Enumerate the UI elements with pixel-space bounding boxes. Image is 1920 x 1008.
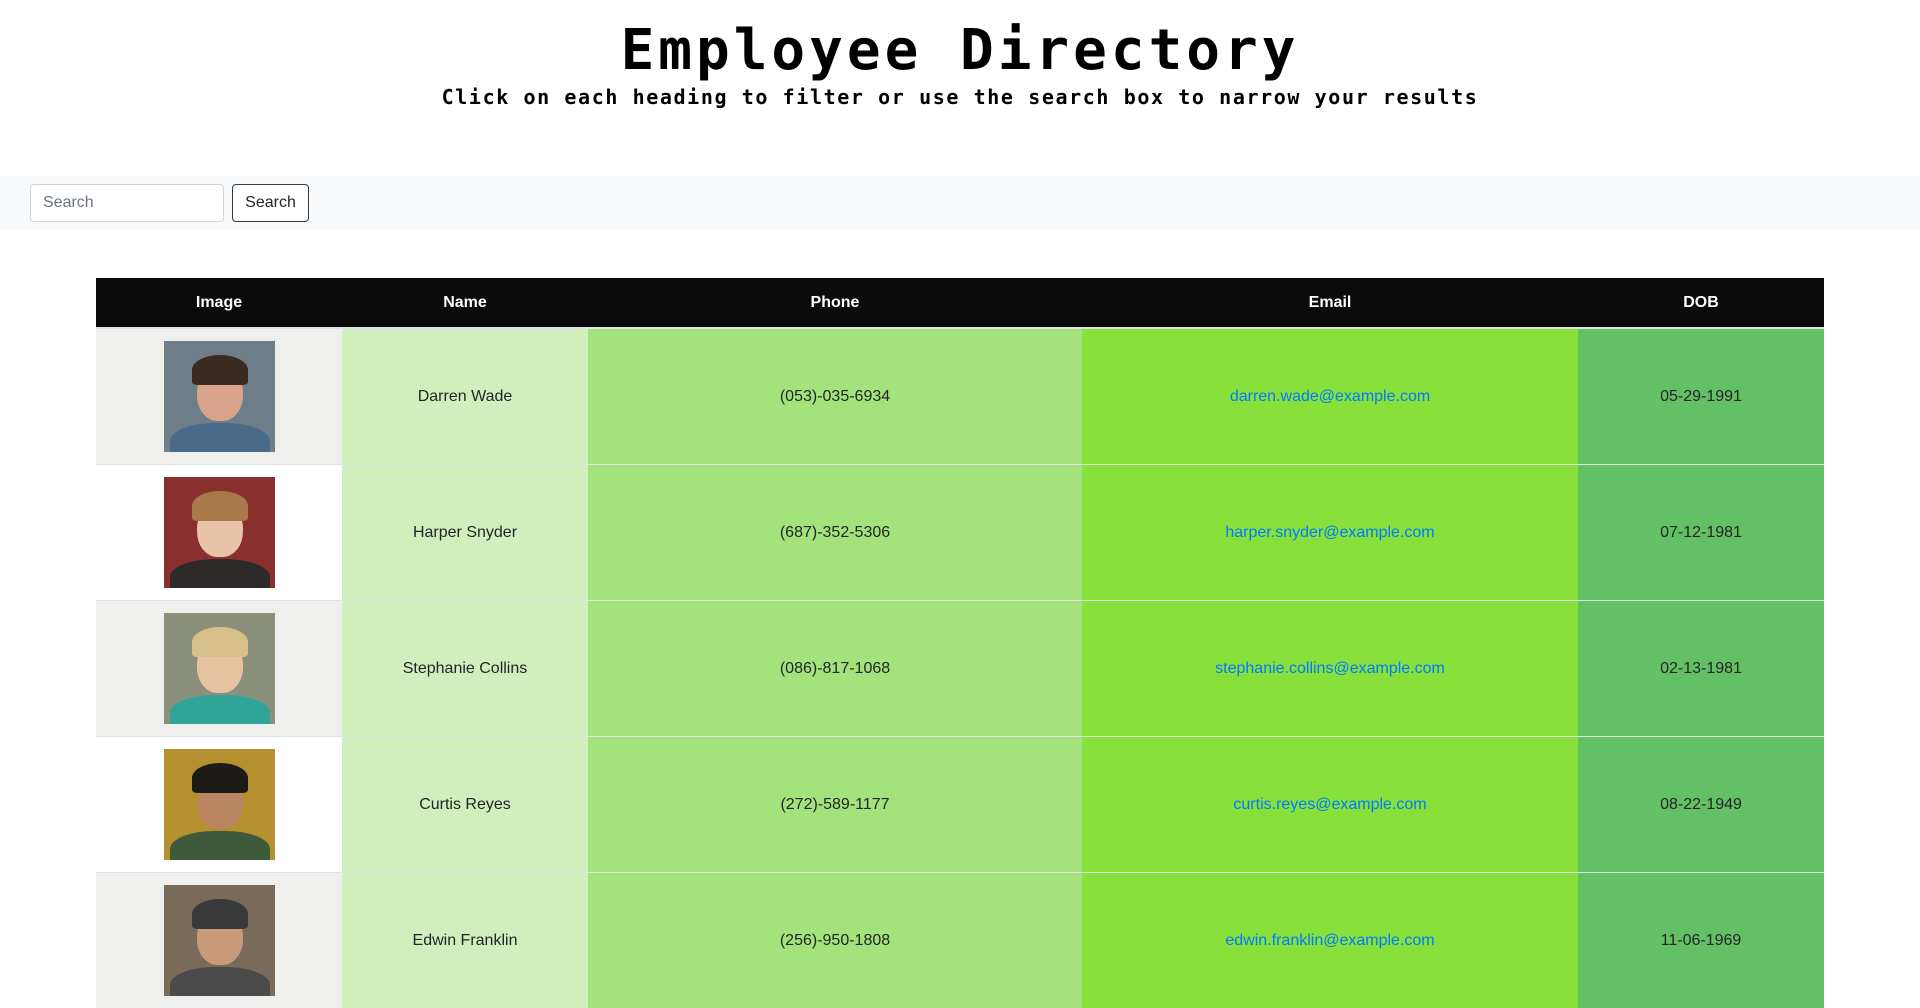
employee-photo (164, 341, 275, 452)
cell-phone-value: (256)-950-1808 (780, 932, 890, 949)
cell-email: curtis.reyes@example.com (1082, 737, 1578, 873)
employee-photo (164, 613, 275, 724)
cell-name: Harper Snyder (342, 465, 588, 601)
column-header-image[interactable]: Image (96, 278, 342, 328)
cell-email: darren.wade@example.com (1082, 328, 1578, 465)
cell-image (96, 873, 342, 1008)
page-title: Employee Directory (0, 18, 1920, 84)
cell-image (96, 465, 342, 601)
cell-dob-value: 05-29-1991 (1660, 388, 1742, 405)
cell-dob-value: 02-13-1981 (1660, 660, 1742, 677)
cell-name-value: Edwin Franklin (413, 932, 518, 949)
cell-phone: (687)-352-5306 (588, 465, 1082, 601)
employee-table-container: Image Name Phone Email DOB Darren Wade (0… (96, 278, 1824, 1008)
employee-photo (164, 477, 275, 588)
cell-dob: 02-13-1981 (1578, 601, 1824, 737)
cell-name: Darren Wade (342, 328, 588, 465)
cell-name: Stephanie Collins (342, 601, 588, 737)
cell-email-value[interactable]: darren.wade@example.com (1230, 388, 1430, 405)
cell-email-value[interactable]: edwin.franklin@example.com (1225, 932, 1434, 949)
page-header: Employee Directory Click on each heading… (0, 0, 1920, 176)
cell-dob: 07-12-1981 (1578, 465, 1824, 601)
table-row: Darren Wade (053)-035-6934 darren.wade@exa… (96, 328, 1824, 465)
table-row: Edwin Franklin (256)-950-1808 edwin.frankl… (96, 873, 1824, 1008)
table-row: Stephanie Collins (086)-817-1068 stephanie… (96, 601, 1824, 737)
table-row: Curtis Reyes (272)-589-1177 curtis.reyes@e… (96, 737, 1824, 873)
cell-phone: (053)-035-6934 (588, 328, 1082, 465)
cell-name-value: Darren Wade (418, 388, 513, 405)
cell-image (96, 601, 342, 737)
employee-photo (164, 749, 275, 860)
cell-phone: (272)-589-1177 (588, 737, 1082, 873)
table-row: Harper Snyder (687)-352-5306 harper.snyder… (96, 465, 1824, 601)
cell-dob-value: 07-12-1981 (1660, 524, 1742, 541)
table-body: Darren Wade (053)-035-6934 darren.wade@exa… (96, 328, 1824, 1008)
cell-name: Edwin Franklin (342, 873, 588, 1008)
cell-image (96, 737, 342, 873)
page-subtitle: Click on each heading to filter or use t… (0, 84, 1920, 110)
cell-email-value[interactable]: stephanie.collins@example.com (1215, 660, 1445, 677)
cell-dob: 05-29-1991 (1578, 328, 1824, 465)
cell-dob: 11-06-1969 (1578, 873, 1824, 1008)
cell-email: stephanie.collins@example.com (1082, 601, 1578, 737)
column-header-name[interactable]: Name (342, 278, 588, 328)
cell-email: edwin.franklin@example.com (1082, 873, 1578, 1008)
cell-phone-value: (687)-352-5306 (780, 524, 890, 541)
cell-dob-value: 11-06-1969 (1661, 932, 1742, 949)
cell-image (96, 328, 342, 465)
employee-photo (164, 885, 275, 996)
search-input[interactable] (30, 184, 224, 222)
cell-name-value: Harper Snyder (413, 524, 517, 541)
cell-phone-value: (272)-589-1177 (780, 796, 889, 813)
cell-dob-value: 08-22-1949 (1660, 796, 1742, 813)
cell-phone-value: (086)-817-1068 (780, 660, 890, 677)
employee-table: Image Name Phone Email DOB Darren Wade (0… (96, 278, 1824, 1008)
cell-phone-value: (053)-035-6934 (780, 388, 890, 405)
column-header-dob[interactable]: DOB (1578, 278, 1824, 328)
search-bar: Search (0, 176, 1920, 230)
table-header-row: Image Name Phone Email DOB (96, 278, 1824, 328)
search-button[interactable]: Search (232, 184, 309, 222)
cell-email-value[interactable]: curtis.reyes@example.com (1233, 796, 1426, 813)
cell-phone: (256)-950-1808 (588, 873, 1082, 1008)
cell-name: Curtis Reyes (342, 737, 588, 873)
column-header-email[interactable]: Email (1082, 278, 1578, 328)
cell-email-value[interactable]: harper.snyder@example.com (1225, 524, 1434, 541)
cell-name-value: Stephanie Collins (403, 660, 528, 677)
cell-phone: (086)-817-1068 (588, 601, 1082, 737)
cell-dob: 08-22-1949 (1578, 737, 1824, 873)
column-header-phone[interactable]: Phone (588, 278, 1082, 328)
cell-email: harper.snyder@example.com (1082, 465, 1578, 601)
cell-name-value: Curtis Reyes (419, 796, 511, 813)
